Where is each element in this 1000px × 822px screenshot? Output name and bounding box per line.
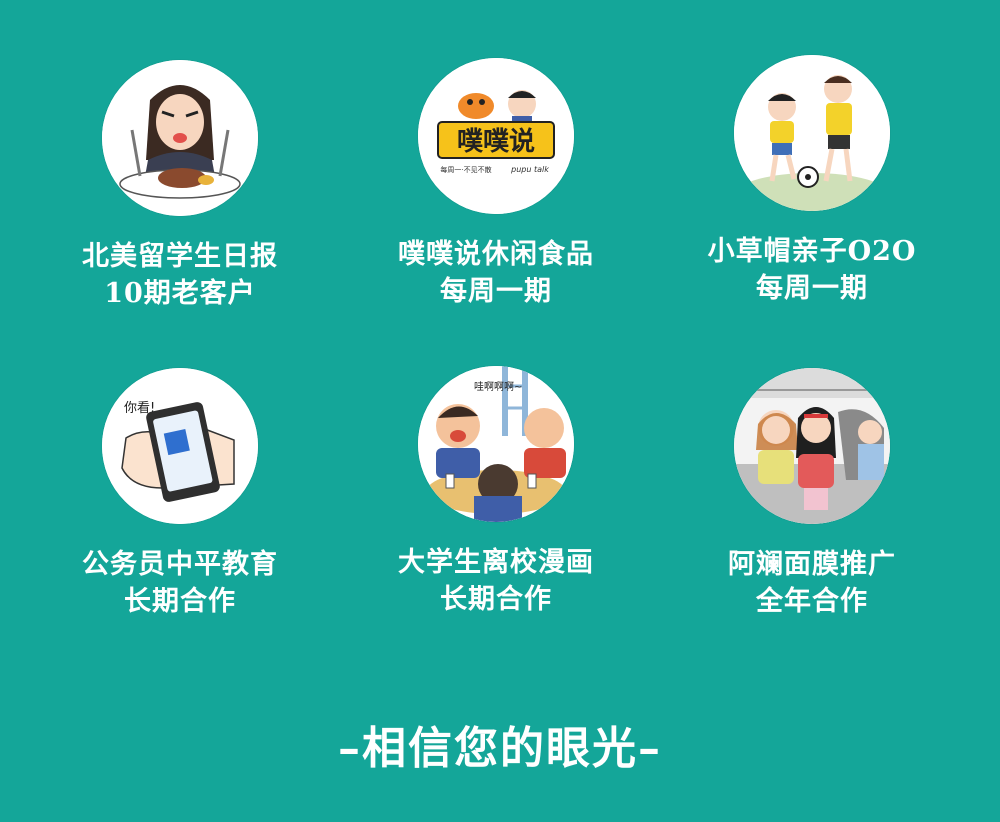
partner-grid: 北美留学生日报 10期老客户 噗噗说 每周一·不见不散 pupu talk 噗噗… [0, 0, 1000, 822]
logo-sub: 每周一·不见不散 [440, 165, 491, 174]
partner-card-pupu: 噗噗说 每周一·不见不散 pupu talk 噗噗说休闲食品 每周一期 [346, 58, 646, 310]
girls-on-subway-icon [734, 368, 890, 524]
partner-caption: 噗噗说休闲食品 每周一期 [346, 236, 646, 310]
pupu-talk-logo-icon: 噗噗说 每周一·不见不散 pupu talk [418, 58, 574, 214]
speech-bubble: 你看! [124, 400, 155, 416]
partner-subtitle: 每周一期 [440, 276, 552, 307]
partner-title: 公务员中平教育 [82, 549, 278, 580]
phone-in-hand-icon: 你看! [102, 368, 258, 524]
father-son-soccer-icon [734, 55, 890, 211]
students-farewell-comic-icon: 哇啊啊啊~ [418, 366, 574, 522]
logo-en: pupu talk [510, 165, 549, 174]
partner-subtitle: 每周一期 [756, 273, 868, 304]
partner-card-xiaocaomao: 小草帽亲子O2O 每周一期 [662, 55, 962, 307]
partner-subtitle: 长期合作 [124, 586, 236, 617]
speech-bubble: 哇啊啊啊~ [474, 380, 522, 393]
partner-title: 噗噗说休闲食品 [398, 239, 594, 270]
partner-card-beimei: 北美留学生日报 10期老客户 [30, 60, 330, 312]
partner-title: 阿斓面膜推广 [728, 549, 896, 580]
girl-eating-steak-icon [102, 60, 258, 216]
partner-subtitle: 10期老客户 [104, 278, 256, 309]
partner-card-graduation: 哇啊啊啊~ 大学生离校漫画 长期合作 [346, 366, 646, 618]
partner-subtitle: 长期合作 [440, 584, 552, 615]
logo-text: 噗噗说 [457, 127, 535, 157]
partner-title: 北美留学生日报 [82, 241, 278, 272]
partner-caption: 阿斓面膜推广 全年合作 [662, 546, 962, 620]
partner-card-alan: 阿斓面膜推广 全年合作 [662, 368, 962, 620]
partner-caption: 北美留学生日报 10期老客户 [30, 238, 330, 312]
partner-subtitle: 全年合作 [756, 586, 868, 617]
partner-card-zhongping: 你看! 公务员中平教育 长期合作 [30, 368, 330, 620]
partner-title: 小草帽亲子O2O [707, 236, 917, 267]
partner-caption: 小草帽亲子O2O 每周一期 [662, 233, 962, 307]
slogan: –相信您的眼光– [338, 723, 662, 774]
partner-caption: 公务员中平教育 长期合作 [30, 546, 330, 620]
partner-title: 大学生离校漫画 [398, 547, 594, 578]
partner-caption: 大学生离校漫画 长期合作 [346, 544, 646, 618]
